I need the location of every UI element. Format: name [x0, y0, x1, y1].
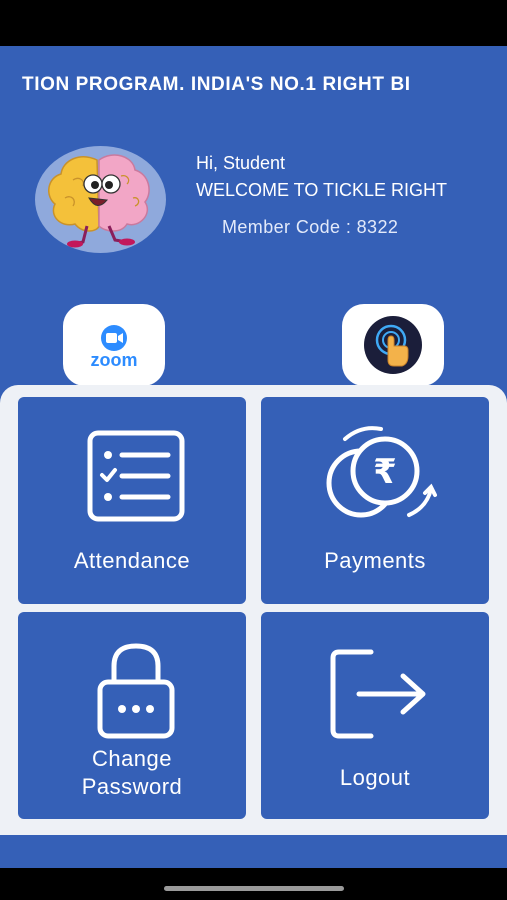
logout-tile[interactable]: Logout — [261, 612, 489, 819]
touch-app-button[interactable] — [342, 304, 444, 386]
home-indicator-bar — [0, 868, 507, 900]
zoom-video-camera-icon: zoom — [91, 325, 138, 370]
member-code: Member Code : 8322 — [222, 217, 399, 237]
payments-tile[interactable]: ₹ Payments — [261, 397, 489, 604]
greeting-text: Hi, Student — [196, 153, 286, 173]
hand-tap-icon — [364, 316, 422, 374]
change-password-label-line2: Password — [81, 774, 183, 799]
zoom-button[interactable]: zoom — [63, 304, 165, 386]
brain-mascot-icon — [48, 154, 150, 248]
home-indicator[interactable] — [164, 886, 344, 891]
svg-text:₹: ₹ — [373, 452, 397, 492]
attendance-label: Attendance — [73, 548, 191, 573]
avatar — [35, 146, 166, 253]
marquee-banner: TION PROGRAM. INDIA'S NO.1 RIGHT BI — [22, 74, 411, 95]
status-bar — [0, 0, 507, 46]
logout-label: Logout — [339, 765, 411, 790]
lock-icon — [97, 643, 175, 739]
rupee-coins-icon: ₹ — [326, 426, 437, 518]
logout-icon — [330, 649, 426, 739]
attendance-tile[interactable]: Attendance — [18, 397, 246, 604]
change-password-label-line1: Change — [91, 746, 173, 771]
welcome-text: WELCOME TO TICKLE RIGHT — [196, 180, 448, 200]
change-password-tile[interactable]: Change Password — [18, 612, 246, 819]
zoom-label: zoom — [91, 350, 138, 370]
checklist-icon — [87, 430, 185, 522]
payments-label: Payments — [324, 548, 426, 573]
